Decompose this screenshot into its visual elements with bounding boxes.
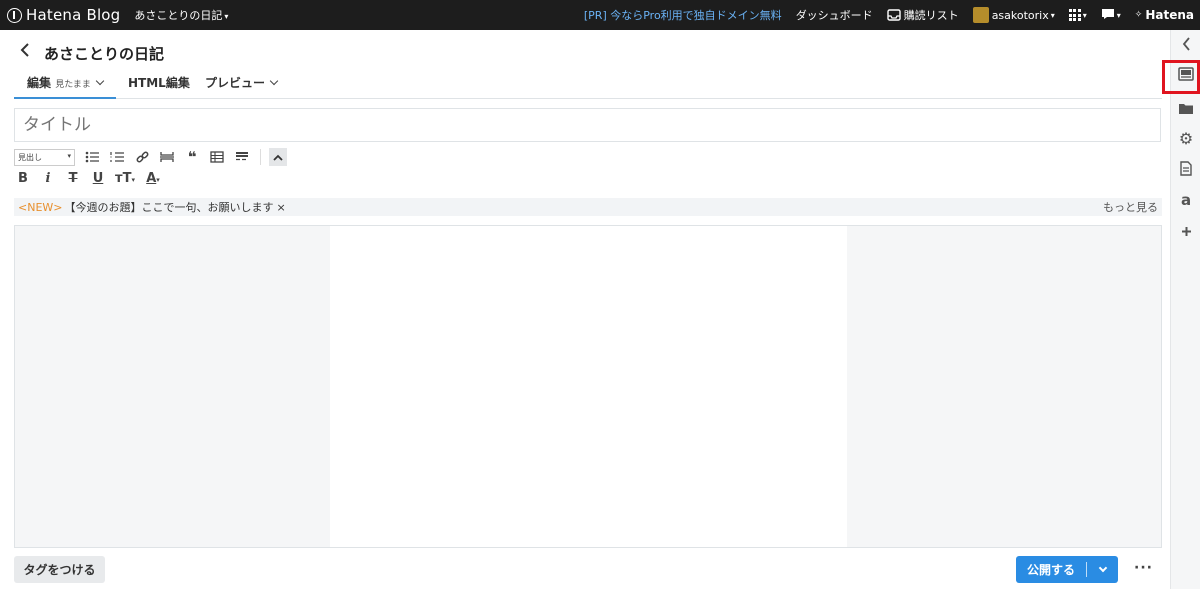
- pr-link[interactable]: [PR] 今ならPro利用で独自ドメイン無料: [584, 7, 782, 23]
- amazon-icon[interactable]: a: [1171, 188, 1200, 212]
- more-tag-icon[interactable]: [234, 149, 250, 165]
- hatena-blog-logo[interactable]: Hatena Blog: [7, 6, 120, 24]
- blog-switcher[interactable]: あさことりの日記 ▾: [134, 7, 228, 23]
- tab-edit[interactable]: 編集 見たまま: [14, 74, 116, 99]
- hatena-logo-icon: [7, 7, 22, 23]
- editor-tabs: 編集 見たまま HTML編集 プレビュー: [14, 70, 1162, 99]
- editor-body[interactable]: [330, 226, 847, 547]
- font-size-button[interactable]: тT▾: [114, 171, 136, 186]
- caret-down-icon: ▾: [156, 176, 160, 184]
- reading-list-label: 購読リスト: [903, 9, 959, 22]
- tab-edit-label: 編集: [27, 76, 52, 90]
- tab-preview-label: プレビュー: [205, 76, 266, 90]
- numbered-list-icon[interactable]: [109, 149, 125, 165]
- bold-button[interactable]: B: [14, 171, 32, 186]
- right-sidebar: ⚙ a: [1170, 30, 1200, 589]
- quote-icon[interactable]: ❝: [184, 148, 200, 166]
- heading-select[interactable]: 見出し: [14, 148, 75, 166]
- caret-down-icon: ▾: [131, 176, 135, 184]
- italic-button[interactable]: i: [39, 171, 57, 186]
- topic-notice-bar: <NEW> 【今週のお題】ここで一句、お願いします × もっと見る: [14, 198, 1162, 216]
- tab-preview[interactable]: プレビュー: [205, 74, 279, 99]
- plus-icon[interactable]: [1171, 219, 1200, 243]
- hatena-link[interactable]: ✧ Hatena: [1135, 8, 1194, 22]
- top-bar: Hatena Blog あさことりの日記 ▾ [PR] 今ならPro利用で独自ドメ…: [0, 0, 1200, 30]
- title-input[interactable]: [14, 108, 1161, 142]
- text-color-button[interactable]: A▾: [143, 171, 163, 186]
- gear-icon[interactable]: ⚙: [1171, 126, 1200, 150]
- inbox-icon: [886, 9, 901, 21]
- strikethrough-button[interactable]: T: [64, 171, 82, 186]
- add-tags-button[interactable]: タグをつける: [14, 556, 105, 583]
- tab-html-edit[interactable]: HTML編集: [128, 74, 190, 99]
- document-icon[interactable]: [1171, 156, 1200, 180]
- horizontal-rule-icon[interactable]: [159, 149, 175, 165]
- text-color-label: A: [146, 171, 157, 186]
- caret-down-icon: ▾: [1116, 10, 1121, 20]
- underline-button[interactable]: U: [89, 171, 107, 186]
- chat-bubble-icon: [1101, 8, 1115, 23]
- chevron-down-icon: [269, 76, 279, 86]
- caret-down-icon: ▾: [1082, 10, 1087, 20]
- font-size-label: тT: [115, 171, 132, 186]
- reading-list-link[interactable]: 購読リスト: [886, 7, 959, 23]
- collapse-toolbar-button[interactable]: [269, 148, 287, 166]
- page-title: あさことりの日記: [44, 45, 165, 63]
- more-options-button[interactable]: ···: [1134, 560, 1153, 576]
- link-icon[interactable]: [134, 149, 150, 165]
- toolbar-divider: [260, 149, 261, 165]
- hatena-label: Hatena: [1145, 8, 1194, 22]
- notifications-menu[interactable]: ▾: [1101, 8, 1121, 23]
- highlight-box: [1162, 60, 1200, 94]
- bullet-list-icon[interactable]: [84, 149, 100, 165]
- back-chevron-icon[interactable]: [20, 42, 30, 61]
- tab-edit-mode: 見たまま: [55, 80, 91, 90]
- chevron-down-icon: [95, 76, 105, 86]
- toolbar-row-1: 見出し ❝: [14, 148, 287, 166]
- chevron-left-icon[interactable]: [1171, 32, 1200, 56]
- blog-switcher-label: あさことりの日記: [134, 9, 223, 22]
- user-menu[interactable]: asakotorix ▾: [972, 7, 1055, 23]
- folder-icon[interactable]: [1171, 96, 1200, 120]
- editor-area: [14, 225, 1162, 548]
- grid-icon: [1068, 9, 1081, 21]
- avatar: [972, 7, 989, 23]
- toolbar-row-2: B i T U тT▾ A▾: [14, 171, 170, 186]
- brand-name: Hatena Blog: [26, 6, 121, 24]
- dashboard-link[interactable]: ダッシュボード: [796, 7, 873, 23]
- see-more-link[interactable]: もっと見る: [1103, 199, 1158, 215]
- username: asakotorix: [991, 8, 1049, 22]
- publish-label: 公開する: [1026, 563, 1075, 577]
- close-icon[interactable]: ×: [277, 201, 286, 214]
- table-icon[interactable]: [209, 149, 225, 165]
- publish-button[interactable]: 公開する: [1016, 556, 1118, 583]
- caret-down-icon: ▾: [224, 12, 229, 21]
- apps-menu[interactable]: ▾: [1068, 9, 1087, 21]
- topic-link[interactable]: 【今週のお題】ここで一句、お願いします: [65, 199, 274, 215]
- publish-options-chevron-icon[interactable]: [1087, 563, 1118, 573]
- new-badge: <NEW>: [18, 200, 63, 214]
- hatena-mark-icon: ✧: [1134, 10, 1143, 20]
- caret-down-icon: ▾: [1050, 10, 1055, 20]
